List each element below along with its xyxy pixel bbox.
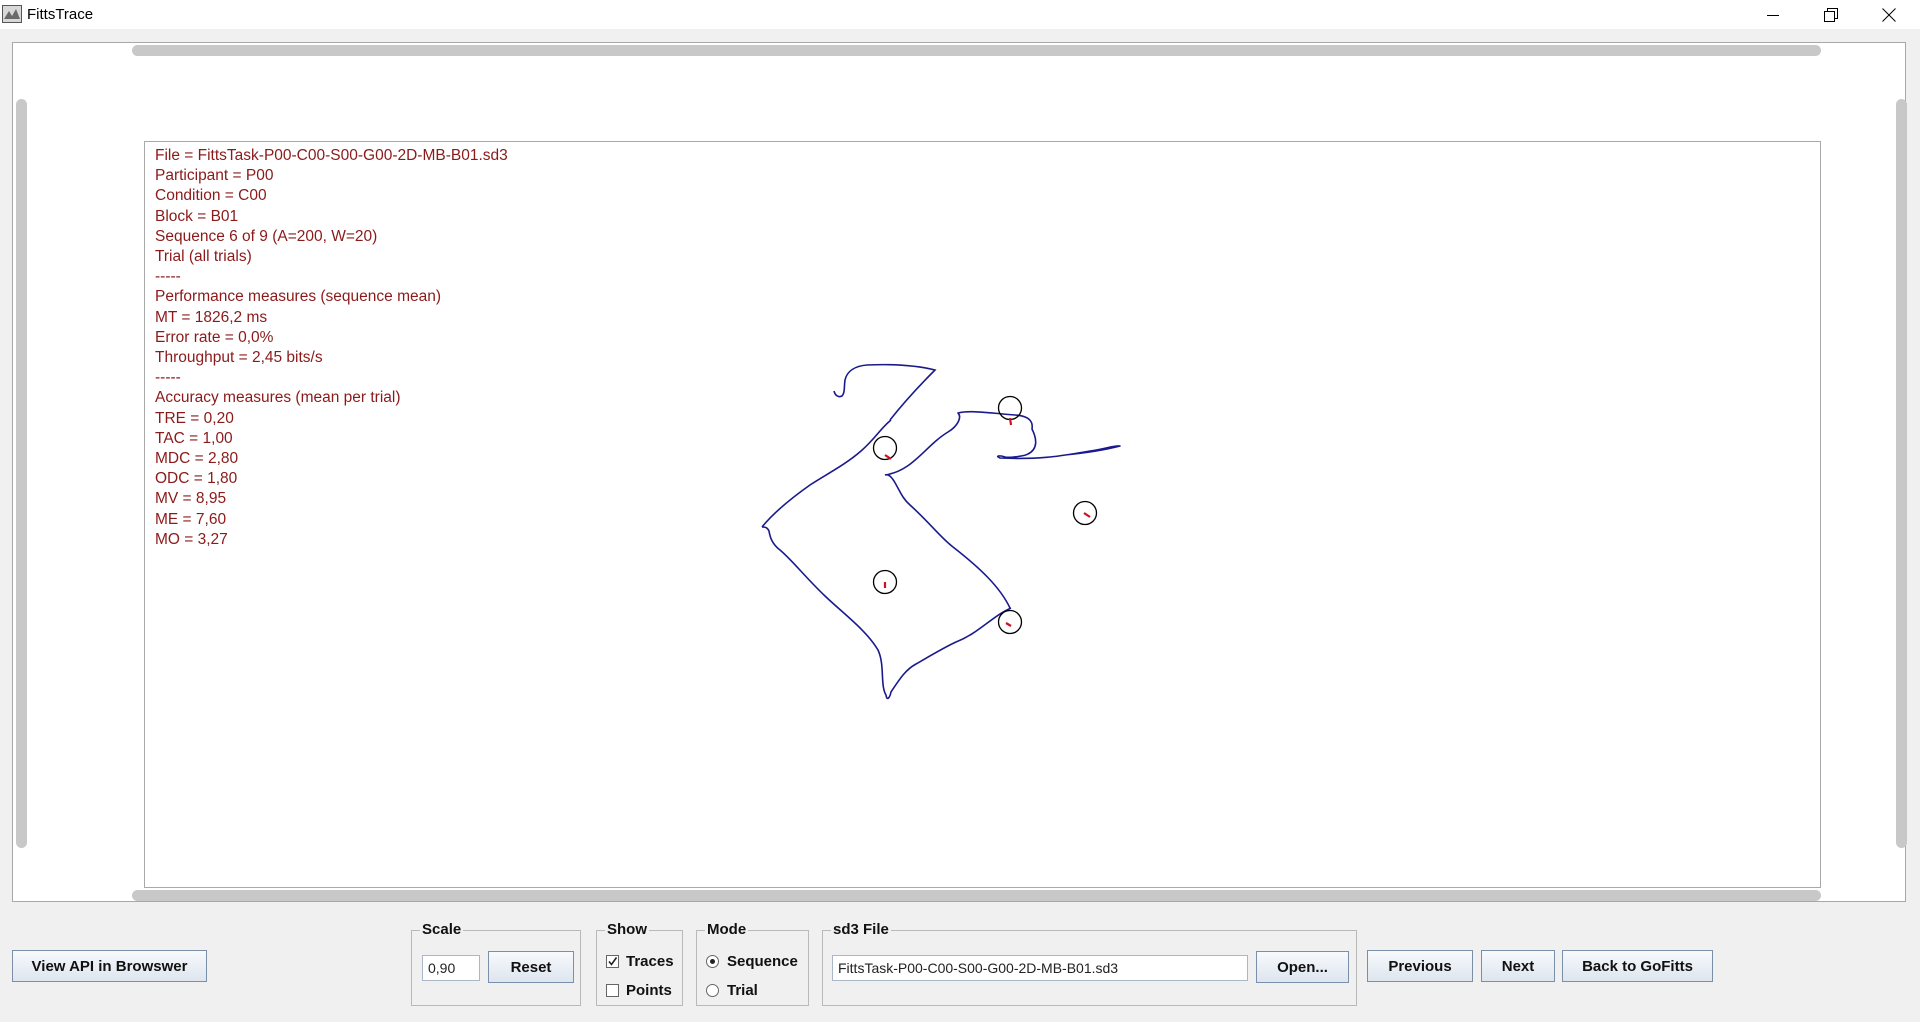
reset-button[interactable]: Reset [488, 951, 574, 983]
points-checkbox[interactable]: Points [606, 982, 672, 999]
vertical-scrollbar-left[interactable] [16, 99, 27, 848]
traces-check-icon [606, 955, 619, 968]
close-icon [1882, 7, 1896, 22]
next-button[interactable]: Next [1481, 950, 1555, 982]
show-group-label: Show [605, 921, 649, 938]
scale-group: Scale 0,90 Reset [411, 921, 581, 1006]
scale-input[interactable]: 0,90 [422, 955, 480, 981]
minimize-icon [1767, 14, 1779, 16]
points-label: Points [626, 982, 672, 999]
sd3-file-group: sd3 File FittsTask-P00-C00-S00-G00-2D-MB… [822, 921, 1357, 1006]
horizontal-scrollbar-bottom[interactable] [132, 890, 1821, 901]
sequence-radio[interactable]: Sequence [706, 953, 798, 970]
selection-mark [1005, 622, 1012, 627]
window-title: FittsTrace [27, 6, 94, 23]
app-icon [2, 5, 22, 23]
sequence-label: Sequence [727, 953, 798, 970]
open-button[interactable]: Open... [1256, 951, 1349, 983]
sd3-file-group-label: sd3 File [831, 921, 891, 938]
points-check-icon [606, 984, 619, 997]
previous-button[interactable]: Previous [1367, 950, 1473, 982]
minimize-button[interactable] [1744, 0, 1802, 29]
vertical-scrollbar-right[interactable] [1896, 99, 1907, 848]
mode-group-label: Mode [705, 921, 749, 938]
horizontal-scrollbar-top[interactable] [132, 45, 1821, 56]
trial-radio-icon [706, 984, 719, 997]
target-circle [997, 395, 1023, 421]
selection-mark [884, 454, 892, 460]
back-to-gofitts-button[interactable]: Back to GoFitts [1562, 950, 1713, 982]
traces-label: Traces [626, 953, 674, 970]
scale-group-label: Scale [420, 921, 464, 938]
sd3-file-input[interactable]: FittsTask-P00-C00-S00-G00-2D-MB-B01.sd3 [832, 955, 1248, 981]
sequence-radio-icon [706, 955, 719, 968]
trial-label: Trial [727, 982, 758, 999]
trace-scroll-pane: File = FittsTask-P00-C00-S00-G00-2D-MB-B… [12, 42, 1907, 902]
view-api-button[interactable]: View API in Browswer [12, 950, 207, 982]
trace-plot [761, 363, 1121, 700]
trial-radio[interactable]: Trial [706, 982, 758, 999]
title-bar: FittsTrace [0, 0, 1920, 29]
restore-icon [1824, 7, 1838, 22]
trace-canvas: File = FittsTask-P00-C00-S00-G00-2D-MB-B… [144, 141, 1821, 888]
cursor-trace-lower [833, 363, 937, 421]
show-group: Show Traces Points [596, 921, 683, 1006]
selection-mark [1083, 512, 1091, 518]
mode-group: Mode Sequence Trial [696, 921, 809, 1006]
restore-button[interactable] [1802, 0, 1860, 29]
selection-mark [1008, 417, 1013, 426]
close-button[interactable] [1860, 0, 1918, 29]
traces-checkbox[interactable]: Traces [606, 953, 674, 970]
target-circle [997, 609, 1023, 635]
cursor-trace [761, 410, 1121, 700]
